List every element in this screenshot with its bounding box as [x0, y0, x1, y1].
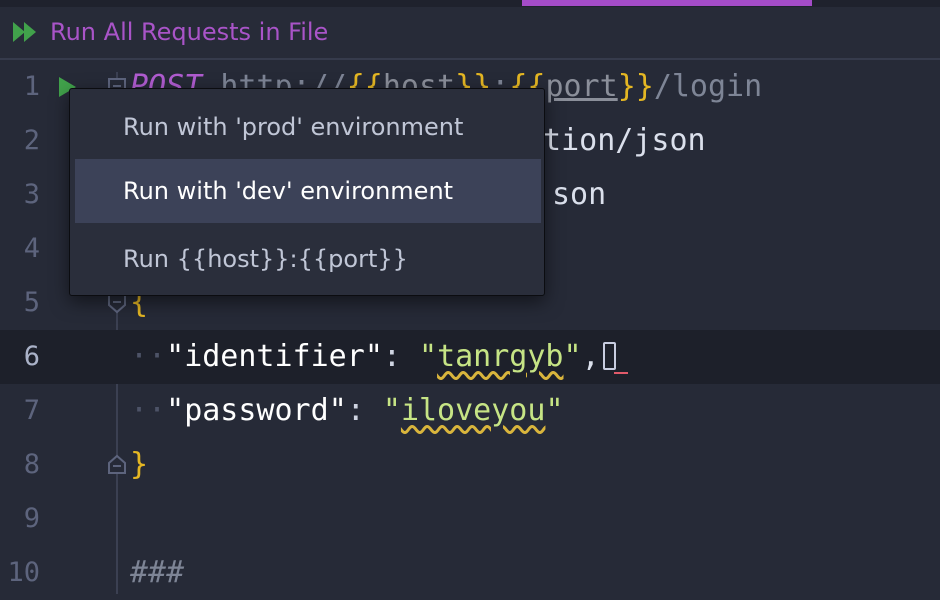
line-number: 8	[23, 449, 40, 480]
json-key: password	[184, 393, 329, 428]
run-all-requests-link[interactable]: Run All Requests in File	[50, 15, 328, 49]
editor-line-8: 8 }	[0, 438, 940, 492]
port-variable[interactable]: port	[545, 69, 617, 104]
error-squiggle	[613, 366, 628, 374]
editor-line-10: 10 ###	[0, 546, 940, 600]
header-value: ntion/json	[525, 123, 706, 158]
menu-item-run-prod[interactable]: Run with 'prod' environment	[75, 95, 541, 159]
request-separator: ###	[130, 555, 185, 590]
menu-item-run-dev[interactable]: Run with 'dev' environment	[75, 159, 541, 223]
url-path: /login	[653, 69, 763, 104]
line-number: 7	[23, 395, 40, 426]
editor-line-7: 7 ··"password": "iloveyou"	[0, 384, 940, 438]
active-tab-indicator[interactable]	[522, 0, 812, 6]
json-key: identifier	[184, 339, 365, 374]
line-number: 4	[23, 233, 40, 264]
json-property: ··"identifier": "tanrgyb",	[130, 330, 628, 384]
json-string-value: iloveyou	[400, 393, 546, 428]
line-number: 3	[23, 179, 40, 210]
line-number: 1	[23, 71, 40, 102]
json-string-value: tanrgyb	[437, 339, 564, 374]
close-brace: }	[130, 447, 149, 482]
line-number: 5	[23, 287, 40, 318]
run-requests-bar: Run All Requests in File	[0, 7, 940, 60]
run-environment-popup: Run with 'prod' environment Run with 'de…	[69, 88, 545, 296]
menu-item-run-host-port[interactable]: Run {{host}}:{{port}}	[75, 227, 541, 291]
fold-end-icon[interactable]	[106, 454, 128, 476]
editor-line-6: 6 ··"identifier": "tanrgyb",	[0, 330, 940, 384]
line-number: 9	[23, 503, 40, 534]
json-property: ··"password": "iloveyou"	[130, 393, 564, 428]
editor-line-9: 9	[0, 492, 940, 546]
line-number: 6	[23, 341, 40, 372]
run-all-icon[interactable]	[12, 20, 40, 44]
line-number: 2	[23, 125, 40, 156]
line-number: 10	[7, 557, 40, 588]
header-value: son	[552, 177, 607, 212]
